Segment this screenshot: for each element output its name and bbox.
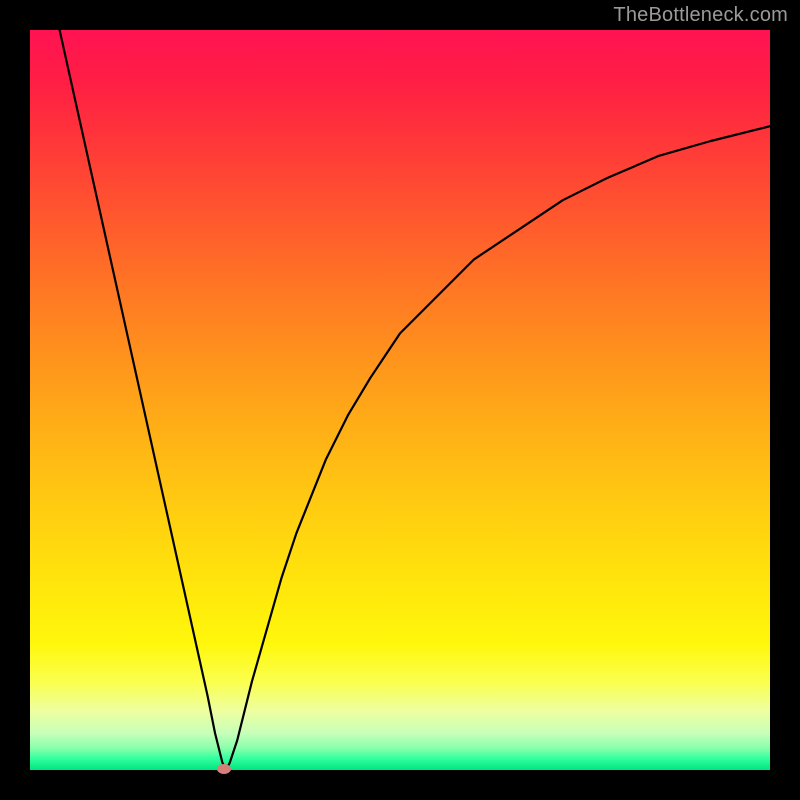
plot-area <box>30 30 770 770</box>
watermark-text: TheBottleneck.com <box>613 4 788 27</box>
chart-frame: TheBottleneck.com <box>0 0 800 800</box>
bottleneck-curve <box>30 30 770 770</box>
optimum-marker <box>217 764 231 774</box>
